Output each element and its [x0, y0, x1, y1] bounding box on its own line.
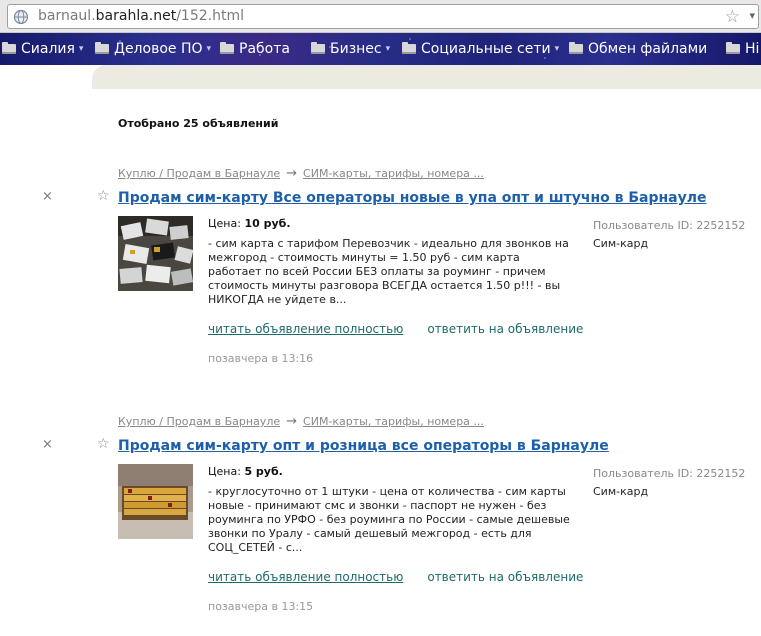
folder-icon — [2, 42, 16, 54]
breadcrumb: Куплю / Продам в Барнауле → СИМ-карты, тар… — [118, 414, 484, 429]
price-label: Цена: — [208, 465, 241, 478]
browser-toolbar: barnaul.barahla.net/152.html ☆ ▾ — [0, 0, 761, 33]
nav-item-business[interactable]: Бизнес ▾ — [311, 33, 390, 65]
listing-price: Цена: 10 руб. — [208, 217, 291, 230]
nav-label: Деловое ПО — [114, 41, 203, 57]
bookmark-star-icon[interactable]: ☆ — [725, 7, 740, 27]
chevron-down-icon: ▾ — [206, 44, 212, 54]
folder-icon — [402, 42, 416, 54]
listing-price: Цена: 5 руб. — [208, 465, 283, 478]
listing-actions: читать объявление полностью ответить на о… — [208, 322, 583, 336]
listing-time: позавчера в 13:15 — [208, 600, 314, 613]
nav-label: Работа — [239, 41, 290, 57]
chevron-down-icon: ▾ — [554, 44, 560, 54]
listing-title[interactable]: Продам сим-карту Все операторы новые в у… — [118, 190, 707, 206]
chevron-down-icon: ▾ — [78, 44, 84, 54]
listing-actions: читать объявление полностью ответить на о… — [208, 570, 583, 584]
globe-icon — [13, 9, 29, 25]
nav-item-file-sharing[interactable]: Обмен файлами — [569, 33, 707, 65]
arrow-right-icon: → — [286, 166, 298, 181]
nav-label: Социальные сети — [421, 41, 551, 57]
user-id: Пользователь ID: 2252152 — [593, 467, 746, 480]
listing-description: - сим карта с тарифом Перевозчик - идеал… — [208, 237, 569, 306]
dropdown-arrow-icon[interactable]: ▾ — [749, 9, 755, 22]
nav-item-business-software[interactable]: Деловое ПО ▾ — [95, 33, 211, 65]
breadcrumb-link[interactable]: СИМ-карты, тарифы, номера ... — [303, 415, 484, 428]
nav-label: Обмен файлами — [588, 41, 708, 57]
top-nav: Сиалия ▾ Деловое ПО ▾ Работа Бизнес ▾ Со… — [0, 33, 761, 65]
read-full-link[interactable]: читать объявление полностью — [208, 322, 403, 336]
sim-cards-photo — [118, 216, 193, 291]
close-icon[interactable]: × — [42, 189, 53, 204]
folder-icon — [95, 42, 109, 54]
folder-icon — [726, 42, 740, 54]
arrow-right-icon: → — [286, 414, 298, 429]
breadcrumb-link[interactable]: Куплю / Продам в Барнауле — [118, 415, 280, 428]
listing-time: позавчера в 13:16 — [208, 352, 314, 365]
breadcrumb-link[interactable]: СИМ-карты, тарифы, номера ... — [303, 167, 484, 180]
folder-icon — [311, 42, 325, 54]
listing-title[interactable]: Продам сим-карту опт и розница все опера… — [118, 438, 609, 454]
favorite-star-icon[interactable]: ☆ — [97, 436, 110, 452]
nav-label: Бизнес — [330, 41, 382, 57]
reply-link[interactable]: ответить на объявление — [427, 570, 583, 584]
user-name[interactable]: Сим-кард — [593, 237, 648, 250]
nav-item-work[interactable]: Работа — [220, 33, 290, 65]
reply-link[interactable]: ответить на объявление — [427, 322, 583, 336]
favorite-star-icon[interactable]: ☆ — [97, 188, 110, 204]
chevron-down-icon: ▾ — [385, 44, 391, 54]
listing-thumbnail[interactable] — [118, 216, 193, 291]
user-id: Пользователь ID: 2252152 — [593, 219, 746, 232]
nav-label: Hi — [745, 41, 760, 57]
nav-item-sialia[interactable]: Сиалия ▾ — [2, 33, 83, 65]
nav-item-hi[interactable]: Hi — [726, 33, 759, 65]
listing-thumbnail[interactable] — [118, 464, 193, 539]
content-top-band — [92, 65, 761, 89]
user-name[interactable]: Сим-кард — [593, 485, 648, 498]
breadcrumb-link[interactable]: Куплю / Продам в Барнауле — [118, 167, 280, 180]
folder-icon — [220, 42, 234, 54]
breadcrumb: Куплю / Продам в Барнауле → СИМ-карты, тар… — [118, 166, 484, 181]
address-bar[interactable]: barnaul.barahla.net/152.html ☆ ▾ — [7, 4, 759, 29]
listing-description: - круглосуточно от 1 штуки - цена от кол… — [208, 485, 570, 554]
nav-label: Сиалия — [21, 41, 75, 57]
read-full-link[interactable]: читать объявление полностью — [208, 570, 403, 584]
folder-icon — [569, 42, 583, 54]
close-icon[interactable]: × — [42, 437, 53, 452]
nav-item-social-networks[interactable]: Социальные сети ▾ — [402, 33, 559, 65]
results-count: Отобрано 25 объявлений — [118, 117, 279, 130]
price-value: 10 руб. — [244, 217, 291, 230]
price-label: Цена: — [208, 217, 241, 230]
price-value: 5 руб. — [244, 465, 283, 478]
sim-cards-box-photo — [118, 464, 193, 539]
url-text[interactable]: barnaul.barahla.net/152.html — [38, 8, 244, 24]
